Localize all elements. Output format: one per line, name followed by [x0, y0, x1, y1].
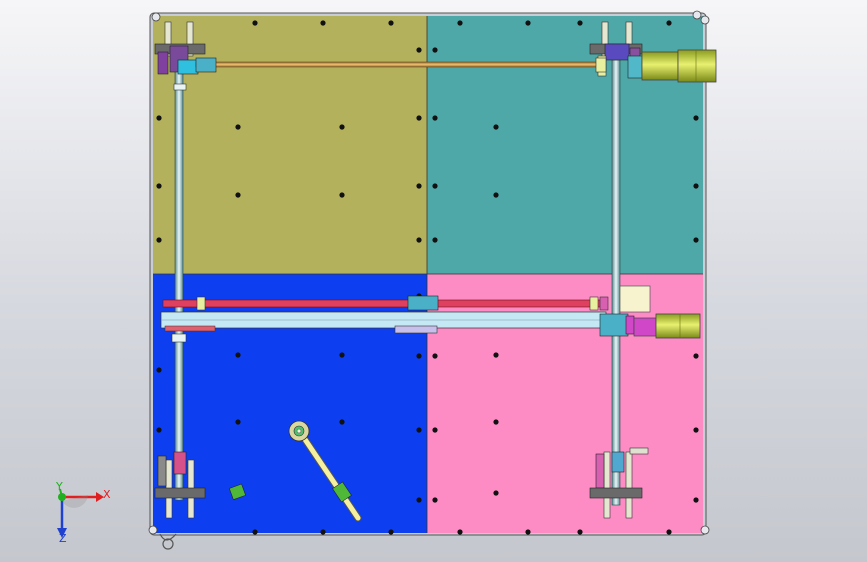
- mounting-hole: [693, 497, 699, 503]
- mounting-hole: [432, 237, 438, 243]
- plate-quadrant-top-left[interactable]: [153, 16, 427, 274]
- mounting-hole: [339, 352, 345, 358]
- mounting-hole: [416, 353, 422, 359]
- mounting-hole: [525, 20, 531, 26]
- mounting-hole: [432, 47, 438, 53]
- mounting-hole: [693, 353, 699, 359]
- mounting-hole: [432, 115, 438, 121]
- triad-x-label: X: [103, 488, 111, 501]
- orientation-triad: X Y Z: [55, 480, 111, 545]
- mounting-hole: [493, 352, 499, 358]
- mounting-hole: [416, 183, 422, 189]
- mounting-hole: [320, 20, 326, 26]
- mounting-hole: [235, 352, 241, 358]
- mounting-hole: [388, 529, 394, 535]
- mounting-hole: [416, 427, 422, 433]
- mounting-hole: [577, 529, 583, 535]
- mounting-hole: [666, 20, 672, 26]
- mounting-hole: [339, 419, 345, 425]
- mounting-hole: [432, 497, 438, 503]
- triad-z-label: Z: [59, 532, 67, 545]
- mounting-hole: [432, 183, 438, 189]
- bottom-hook: [159, 533, 177, 550]
- mounting-hole: [457, 529, 463, 535]
- mounting-hole: [693, 427, 699, 433]
- mounting-hole: [156, 183, 162, 189]
- cad-viewport[interactable]: X Y Z: [0, 0, 867, 562]
- mounting-hole: [493, 192, 499, 198]
- mounting-hole: [156, 367, 162, 373]
- mounting-hole: [577, 20, 583, 26]
- mounting-hole: [493, 124, 499, 130]
- mounting-hole: [156, 237, 162, 243]
- mounting-hole: [156, 115, 162, 121]
- mounting-hole: [432, 353, 438, 359]
- mounting-hole: [416, 47, 422, 53]
- mounting-hole: [235, 192, 241, 198]
- mounting-hole: [235, 419, 241, 425]
- mounting-hole: [416, 237, 422, 243]
- mounting-hole: [693, 183, 699, 189]
- mounting-hole: [416, 497, 422, 503]
- mounting-hole: [693, 237, 699, 243]
- mounting-hole: [252, 20, 258, 26]
- mounting-hole: [525, 529, 531, 535]
- triad-y-label: Y: [55, 480, 63, 493]
- mounting-hole: [320, 529, 326, 535]
- mounting-hole: [666, 529, 672, 535]
- mounting-hole: [235, 124, 241, 130]
- sensor-cube[interactable]: [619, 285, 651, 313]
- mounting-hole: [416, 115, 422, 121]
- mounting-hole: [339, 192, 345, 198]
- mounting-hole: [493, 490, 499, 496]
- top-stepper-motor[interactable]: [641, 49, 717, 83]
- mounting-hole: [339, 124, 345, 130]
- mounting-hole: [493, 419, 499, 425]
- mounting-hole: [252, 529, 258, 535]
- mounting-hole: [693, 115, 699, 121]
- mounting-hole: [156, 427, 162, 433]
- mounting-hole: [388, 20, 394, 26]
- mounting-hole: [432, 427, 438, 433]
- mounting-hole: [457, 20, 463, 26]
